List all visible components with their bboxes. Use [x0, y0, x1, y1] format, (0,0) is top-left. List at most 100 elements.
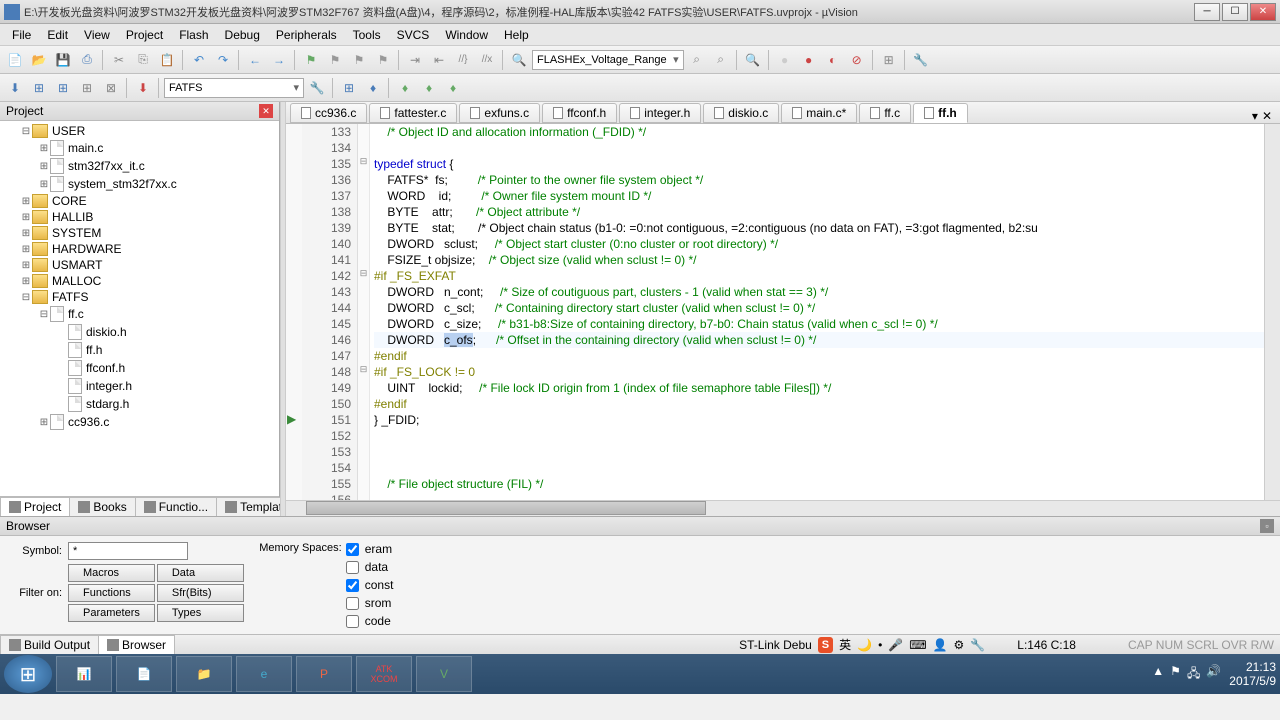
memcheck-eram[interactable]: eram: [346, 542, 394, 556]
copy-button[interactable]: ⎘: [132, 49, 154, 71]
menu-help[interactable]: Help: [496, 26, 537, 44]
tab-menu-icon[interactable]: ▾: [1252, 109, 1258, 123]
file-tab[interactable]: diskio.c: [703, 103, 779, 123]
tree-expander[interactable]: ⊞: [38, 417, 50, 428]
tree-item[interactable]: ffconf.h: [2, 359, 277, 377]
target-options-button[interactable]: 🔧: [306, 77, 328, 99]
tree-expander[interactable]: ⊞: [38, 161, 50, 172]
tree-expander[interactable]: ⊞: [20, 244, 32, 255]
memcheck-const[interactable]: const: [346, 578, 394, 592]
file-ext-button[interactable]: ⊞: [338, 77, 360, 99]
tab-close-icon[interactable]: ✕: [1262, 109, 1272, 123]
browser-tab-1[interactable]: Browser: [98, 635, 175, 654]
tree-expander[interactable]: ⊞: [20, 260, 32, 271]
file-tab[interactable]: ffconf.h: [542, 103, 617, 123]
file-tab[interactable]: exfuns.c: [459, 103, 540, 123]
tree-item[interactable]: ⊞MALLOC: [2, 273, 277, 289]
menu-svcs[interactable]: SVCS: [389, 26, 438, 44]
tree-item[interactable]: ⊞HALLIB: [2, 209, 277, 225]
task-atk-xcom[interactable]: ATKXCOM: [356, 656, 412, 692]
tree-item[interactable]: diskio.h: [2, 323, 277, 341]
minimize-button[interactable]: ─: [1194, 3, 1220, 21]
ime-mic-icon[interactable]: 🎤: [888, 638, 903, 652]
tree-item[interactable]: integer.h: [2, 377, 277, 395]
memcheck-data[interactable]: data: [346, 560, 394, 574]
bookmark-clear-button[interactable]: ⚑: [372, 49, 394, 71]
tree-item[interactable]: ⊞stm32f7xx_it.c: [2, 157, 277, 175]
file-tab[interactable]: ff.h: [913, 103, 968, 123]
clock[interactable]: 21:13 2017/5/9: [1229, 660, 1276, 688]
tree-item[interactable]: ⊞CORE: [2, 193, 277, 209]
filter-macros[interactable]: Macros: [68, 564, 155, 582]
tray-network-icon[interactable]: 🖧: [1187, 664, 1200, 685]
task-app-1[interactable]: 📊: [56, 656, 112, 692]
project-close-button[interactable]: ✕: [259, 104, 273, 118]
ime-dot-icon[interactable]: •: [878, 638, 882, 652]
ime-wrench-icon[interactable]: 🔧: [970, 638, 985, 652]
find-combo[interactable]: FLASHEx_Voltage_Range: [532, 50, 684, 70]
incremental-find-button[interactable]: ⌕: [710, 49, 732, 71]
tree-item[interactable]: ⊟ff.c: [2, 305, 277, 323]
fold-column[interactable]: ⊟⊟⊟⊟: [358, 124, 370, 500]
menu-edit[interactable]: Edit: [39, 26, 76, 44]
tree-expander[interactable]: ⊞: [20, 196, 32, 207]
tree-item[interactable]: ⊞cc936.c: [2, 413, 277, 431]
memcheck-code[interactable]: code: [346, 614, 394, 628]
ime-gear-icon[interactable]: ⚙: [954, 638, 965, 652]
nav-fwd-button[interactable]: →: [268, 49, 290, 71]
tree-item[interactable]: ff.h: [2, 341, 277, 359]
menu-debug[interactable]: Debug: [217, 26, 268, 44]
tree-expander[interactable]: ⊞: [38, 143, 50, 154]
tree-expander[interactable]: ⊟: [38, 309, 50, 320]
horizontal-scrollbar[interactable]: [286, 500, 1280, 516]
comment-button[interactable]: //}: [452, 49, 474, 71]
start-button[interactable]: ⊞: [4, 655, 52, 693]
memcheck-srom[interactable]: srom: [346, 596, 394, 610]
breakpoint-disable-button[interactable]: ◐: [822, 49, 844, 71]
project-tree[interactable]: ⊟USER⊞main.c⊞stm32f7xx_it.c⊞system_stm32…: [0, 121, 279, 496]
open-button[interactable]: 📂: [28, 49, 50, 71]
task-app-2[interactable]: 📄: [116, 656, 172, 692]
tree-item[interactable]: ⊞USMART: [2, 257, 277, 273]
tray-volume-icon[interactable]: 🔊: [1206, 664, 1221, 685]
stop-build-button[interactable]: ⊠: [100, 77, 122, 99]
file-tab[interactable]: main.c*: [781, 103, 857, 123]
file-tab[interactable]: cc936.c: [290, 103, 367, 123]
tree-expander[interactable]: ⊞: [20, 212, 32, 223]
project-tab-2[interactable]: Functio...: [135, 497, 217, 516]
language-indicator[interactable]: 英: [839, 636, 851, 653]
new-button[interactable]: 📄: [4, 49, 26, 71]
bookmark-next-button[interactable]: ⚑: [348, 49, 370, 71]
tree-item[interactable]: ⊞main.c: [2, 139, 277, 157]
build-button[interactable]: ⊞: [28, 77, 50, 99]
find-in-files-button[interactable]: ⌕: [686, 49, 708, 71]
breakpoint-insert-button[interactable]: ●: [774, 49, 796, 71]
symbol-input[interactable]: [68, 542, 188, 560]
target-combo[interactable]: FATFS: [164, 78, 304, 98]
save-button[interactable]: 💾: [52, 49, 74, 71]
nav-back-button[interactable]: ←: [244, 49, 266, 71]
browser-tab-0[interactable]: Build Output: [0, 635, 99, 654]
filter-data[interactable]: Data: [157, 564, 244, 582]
manage-rte-button[interactable]: ♦: [394, 77, 416, 99]
file-tab[interactable]: fattester.c: [369, 103, 457, 123]
translate-button[interactable]: ⬇: [4, 77, 26, 99]
filter-sfr(bits)[interactable]: Sfr(Bits): [157, 584, 244, 602]
tree-expander[interactable]: ⊞: [38, 179, 50, 190]
tree-item[interactable]: stdarg.h: [2, 395, 277, 413]
project-tab-1[interactable]: Books: [69, 497, 135, 516]
select-pack-button[interactable]: ♦: [418, 77, 440, 99]
tree-item[interactable]: ⊞system_stm32f7xx.c: [2, 175, 277, 193]
paste-button[interactable]: 📋: [156, 49, 178, 71]
indent-button[interactable]: ⇥: [404, 49, 426, 71]
outdent-button[interactable]: ⇤: [428, 49, 450, 71]
menu-view[interactable]: View: [76, 26, 118, 44]
task-ie[interactable]: e: [236, 656, 292, 692]
configure-button[interactable]: 🔧: [910, 49, 932, 71]
menu-tools[interactable]: Tools: [345, 26, 389, 44]
filter-types[interactable]: Types: [157, 604, 244, 622]
bookmark-button[interactable]: ⚑: [300, 49, 322, 71]
tree-item[interactable]: ⊟USER: [2, 123, 277, 139]
tree-expander[interactable]: ⊞: [20, 276, 32, 287]
browser-pin-button[interactable]: ▫: [1260, 519, 1274, 533]
